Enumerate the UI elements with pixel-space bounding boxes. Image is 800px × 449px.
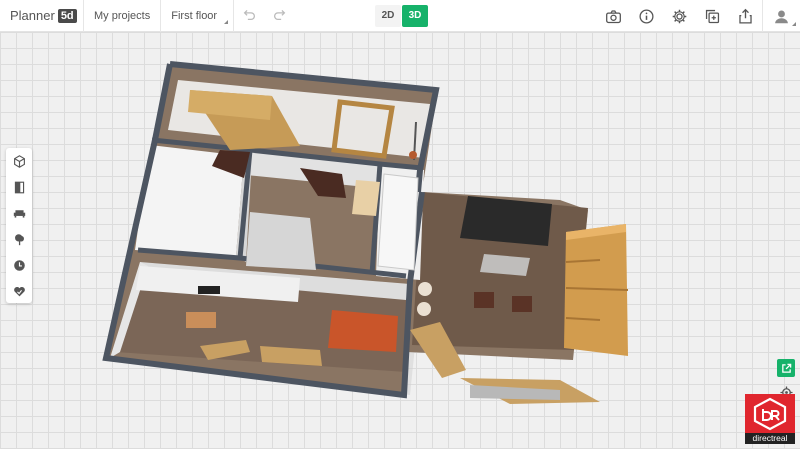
planner5d-logo[interactable]: Planner 5d [0,0,84,32]
history-icon[interactable] [6,252,32,278]
open-external-icon[interactable] [777,359,795,377]
info-icon[interactable] [630,0,663,32]
mode-2d-button[interactable]: 2D [375,5,401,27]
view-mode-toggle: 2D 3D [375,5,428,27]
undo-icon[interactable] [234,8,264,24]
doors-icon[interactable] [6,174,32,200]
floor-selector[interactable]: First floor [161,0,235,32]
favorites-icon[interactable] [6,278,32,304]
exterior-icon[interactable] [6,226,32,252]
camera-icon[interactable] [597,0,630,32]
gear-icon[interactable] [663,0,696,32]
floor-plan-3d-view[interactable] [0,0,800,449]
top-bar: Planner 5d My projects First floor 2D 3D [0,0,800,32]
copy-add-icon[interactable] [696,0,729,32]
logo-badge: 5d [57,8,77,23]
catalog-sidebar [6,148,32,303]
sofa [460,196,552,246]
directreal-logo: directreal [745,394,795,444]
directreal-mark-icon [753,397,787,431]
user-avatar-icon[interactable] [762,0,800,32]
mode-3d-button[interactable]: 3D [402,5,428,27]
logo-text: Planner [10,8,55,23]
directreal-wordmark: directreal [745,433,795,444]
my-projects-link[interactable]: My projects [84,0,162,32]
redo-icon[interactable] [264,8,294,24]
share-icon[interactable] [729,0,762,32]
toolbar-right [597,0,800,32]
furniture-icon[interactable] [6,200,32,226]
construction-icon[interactable] [6,148,32,174]
